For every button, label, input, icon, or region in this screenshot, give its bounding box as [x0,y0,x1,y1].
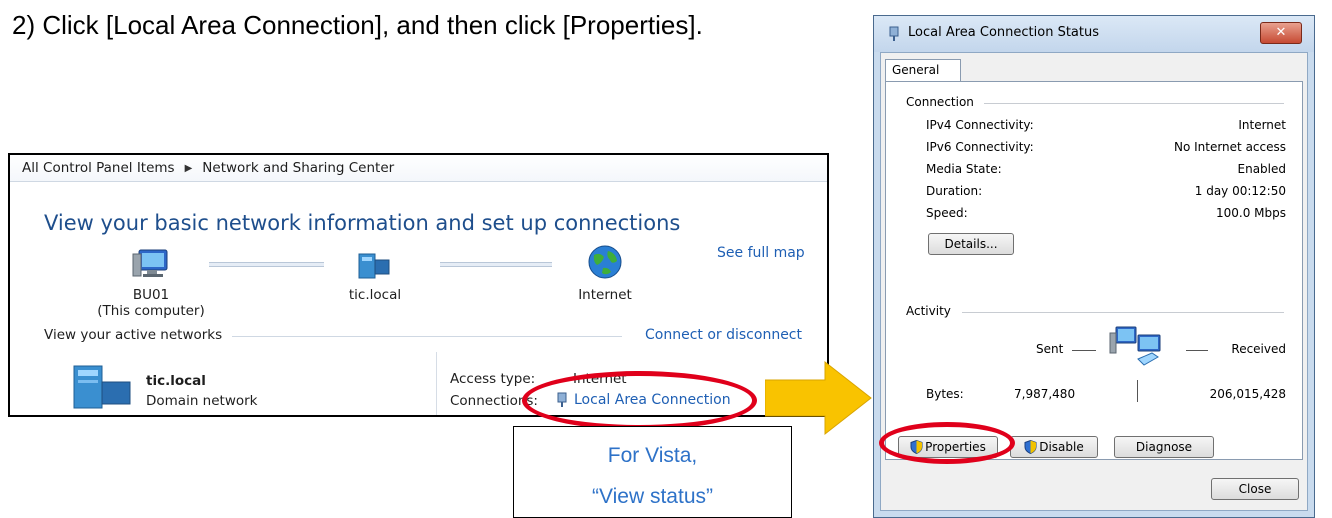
bytes-received-value: 206,015,428 [1209,387,1286,401]
connection-group-line [984,103,1284,104]
tab-general[interactable]: General [885,59,961,81]
page-title: View your basic network information and … [44,211,681,235]
bytes-sent-value: 7,987,480 [1014,387,1076,401]
activity-group-label: Activity [906,304,951,318]
network-line-1 [209,262,324,267]
connection-group-label: Connection [906,95,974,109]
breadcrumb-arrow-icon: ▶ [184,162,193,174]
sent-line [1072,350,1096,351]
dialog-title-bar: Local Area Connection Status ✕ [874,16,1314,52]
connect-disconnect-link[interactable]: Connect or disconnect [645,327,802,343]
bytes-separator [1137,380,1138,402]
disable-button[interactable]: Disable [1010,436,1098,458]
media-state-value: Enabled [1237,162,1287,176]
duration-label: Duration: [926,184,983,198]
general-panel: Connection IPv4 Connectivity: Internet I… [885,81,1303,460]
section-divider [232,336,622,337]
callout-line-1: For Vista, [607,444,698,467]
dialog-close-icon[interactable]: ✕ [1260,22,1302,44]
speed-value: 100.0 Mbps [1215,206,1286,220]
vista-callout: For Vista, “View status” [513,426,792,518]
node-computer-sub: (This computer) [97,303,205,319]
access-type-label: Access type: [450,371,536,387]
received-label: Received [1231,342,1286,356]
speed-label: Speed: [926,206,968,220]
highlight-ellipse-properties [879,422,1015,464]
node-internet-name: Internet [578,287,632,303]
dialog-adapter-icon [888,26,900,46]
vertical-divider [436,352,437,415]
sent-label: Sent [1036,342,1064,356]
active-network-name: tic.local [146,373,206,389]
disable-button-label: Disable [1039,440,1084,454]
node-internet: Internet [570,287,640,303]
dialog-title: Local Area Connection Status [908,25,1099,40]
activity-group-line [962,312,1284,313]
diagnose-button[interactable]: Diagnose [1114,436,1214,458]
ipv4-value: Internet [1238,118,1286,132]
node-computer-name: BU01 [132,287,170,303]
uac-shield-icon [1024,440,1037,454]
active-networks-label: View your active networks [44,327,223,343]
network-line-2 [440,262,552,267]
received-line [1186,350,1208,351]
breadcrumb-item-network-center[interactable]: Network and Sharing Center [202,160,394,176]
domain-icon [357,250,393,284]
highlight-ellipse-connection [522,371,757,430]
globe-icon [586,243,624,285]
details-button[interactable]: Details... [928,233,1014,255]
see-full-map-link[interactable]: See full map [717,245,805,261]
computer-icon [131,248,171,286]
network-activity-icon [1108,325,1172,379]
breadcrumb: All Control Panel Items ▶ Network and Sh… [10,155,827,182]
ipv6-label: IPv6 Connectivity: [926,140,1034,154]
close-button[interactable]: Close [1211,478,1299,500]
breadcrumb-item-control-panel[interactable]: All Control Panel Items [22,160,175,176]
node-domain: tic.local [330,287,420,303]
ipv6-value: No Internet access [1173,140,1286,154]
callout-line-2: “View status” [592,485,713,508]
media-state-label: Media State: [926,162,1002,176]
arrow-right-icon [765,360,872,436]
ipv4-label: IPv4 Connectivity: [926,118,1034,132]
active-network-type: Domain network [146,393,258,409]
node-computer: BU01 (This computer) [96,287,206,319]
duration-value: 1 day 00:12:50 [1194,184,1286,198]
node-domain-name: tic.local [348,287,402,303]
domain-network-icon [70,362,134,414]
bytes-label: Bytes: [926,387,964,401]
instruction-text: 2) Click [Local Area Connection], and th… [12,10,703,40]
